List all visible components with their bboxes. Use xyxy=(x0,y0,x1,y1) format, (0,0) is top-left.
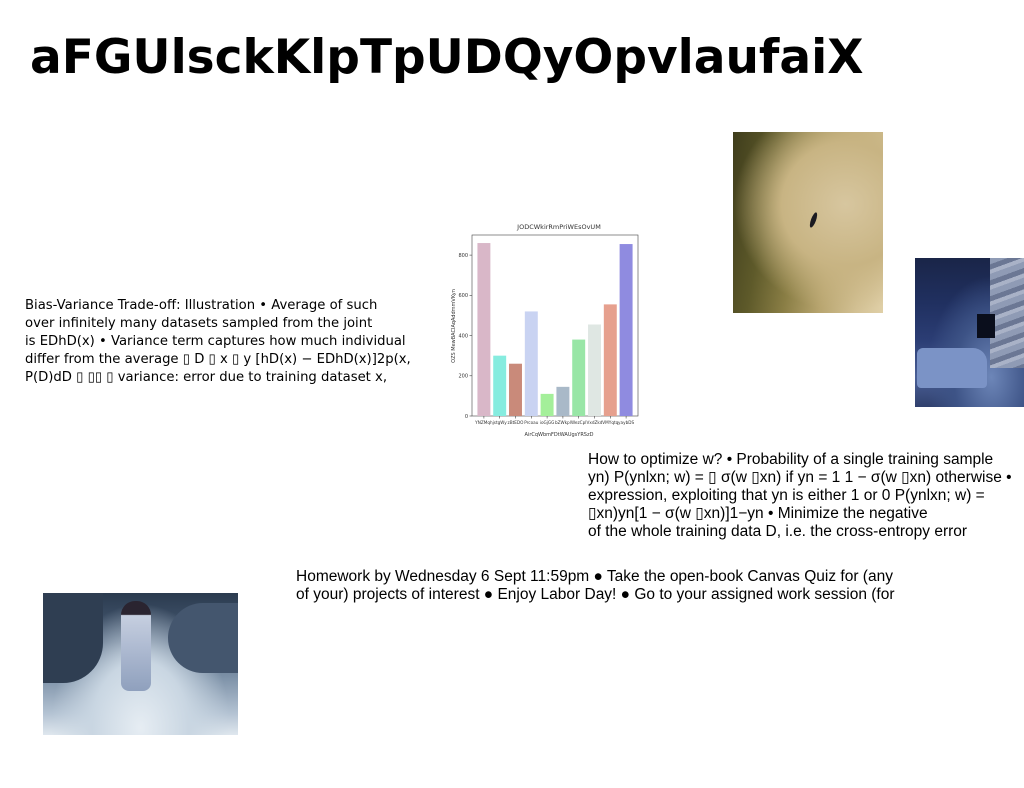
text-line: How to optimize w? • Probability of a si… xyxy=(588,451,994,468)
bar-chart-svg: JODCWkirRmPriWEsOvUM 0 200 400 600 800 YNZMqh… xyxy=(451,223,639,438)
x-tick-label: bZWkpl xyxy=(555,420,571,425)
chart-title: JODCWkirRmPriWEsOvUM xyxy=(516,223,601,231)
bar xyxy=(572,339,586,416)
x-tick-label: ioGjGG xyxy=(540,420,555,425)
y-tick-label: 600 xyxy=(458,293,468,299)
bias-variance-text: Bias-Variance Trade-off: Illustration • … xyxy=(25,297,411,387)
slide-title: aFGUlsckKlpTpUDQyOpvlaufaiX xyxy=(30,30,864,85)
television xyxy=(977,314,995,338)
y-tick-label: 400 xyxy=(458,333,468,339)
x-tick-label: WezCpl xyxy=(571,420,586,425)
rock xyxy=(43,593,103,683)
person xyxy=(121,601,151,691)
bar xyxy=(619,244,633,416)
bar xyxy=(524,311,538,416)
text-line: expression, exploiting that yn is either… xyxy=(588,487,985,504)
stone-wall xyxy=(990,258,1024,368)
couch xyxy=(917,348,987,388)
chart-xlabel: AirCqWbmFDtWAUgsYRSzD xyxy=(525,432,594,438)
y-tick-label: 0 xyxy=(465,414,468,420)
text-line: Bias-Variance Trade-off: Illustration • … xyxy=(25,298,378,313)
text-line: is EDhD(x) • Variance term captures how … xyxy=(25,334,406,349)
bar-chart: JODCWkirRmPriWEsOvUM 0 200 400 600 800 YNZMqh… xyxy=(446,216,646,441)
text-line: Homework by Wednesday 6 Sept 11:59pm ● T… xyxy=(296,568,893,585)
x-tick-label: jstgWy xyxy=(492,420,508,425)
living-room-photo xyxy=(915,258,1024,407)
chart-ylabel: OZS MewBACIAqAddmmVKyn xyxy=(451,289,457,363)
x-tick-label: YNZMqh xyxy=(474,420,493,425)
bar xyxy=(556,386,570,416)
y-tick-label: 200 xyxy=(458,374,468,380)
bar xyxy=(588,324,601,416)
bar xyxy=(493,355,507,416)
x-tick-label: VMYqtq xyxy=(602,420,618,425)
bar xyxy=(603,304,617,416)
text-line: of your) projects of interest ● Enjoy La… xyxy=(296,586,895,603)
y-tick-label: 800 xyxy=(458,253,468,259)
text-line: differ from the average ▯ D ▯ x ▯ y [hD(… xyxy=(25,352,411,367)
bar xyxy=(509,363,522,416)
bar xyxy=(540,393,554,416)
text-line: ▯xn)yn[1 − σ(w ▯xn)]1−yn • Minimize the … xyxy=(588,505,928,522)
x-tick-label: Prcoau xyxy=(524,420,539,425)
bar xyxy=(477,243,491,416)
x-tick-label: VxdZkd xyxy=(587,420,603,425)
object-on-sand xyxy=(808,211,819,229)
rock xyxy=(168,603,238,673)
text-line: of the whole training data D, i.e. the c… xyxy=(588,523,968,540)
x-tick-label: yaybDS xyxy=(618,420,634,425)
x-tick-label: zBtEDO xyxy=(508,420,525,425)
text-line: yn) P(ynlxn; w) = ▯ σ(w ▯xn) if yn = 1 1… xyxy=(588,469,1012,486)
beach-photo xyxy=(43,593,238,735)
sand-photo xyxy=(733,132,883,313)
text-line: over infinitely many datasets sampled fr… xyxy=(25,316,373,331)
homework-text: Homework by Wednesday 6 Sept 11:59pm ● T… xyxy=(296,568,895,604)
text-line: P(D)dD ▯ ▯▯ ▯ variance: error due to tra… xyxy=(25,370,388,385)
optimize-text: How to optimize w? • Probability of a si… xyxy=(588,451,1012,541)
